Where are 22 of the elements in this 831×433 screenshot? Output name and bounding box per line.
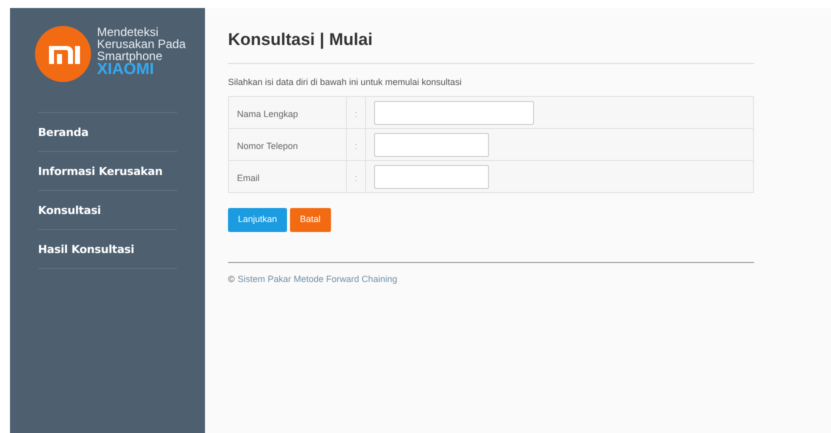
nav-link[interactable]: Hasil Konsultasi [38,243,134,256]
field-label: Nama Lengkap [237,108,298,118]
brand-text: Smartphone [97,50,164,62]
brand-text: Mendeteksi [97,26,160,38]
brand-text: Kerusakan Pada [97,38,186,50]
intro-text: Silahkan isi data diri di bawah ini untuk memulai konsultasi [228,76,463,88]
separator-text: : [354,172,358,182]
nav-link[interactable]: Informasi Kerusakan [38,165,163,178]
nav-link[interactable]: Beranda [38,126,88,139]
copyright-symbol: © [228,273,235,286]
separator-text: : [354,140,358,150]
text-field[interactable] [374,132,489,156]
text-field[interactable] [374,164,489,188]
brand-name: XIAOMI [97,62,154,78]
field-label: Email [237,172,260,182]
logo-icon [35,26,91,82]
separator-text: : [354,108,358,118]
page-title: Konsultasi | Mulai [228,29,374,51]
field-label: Nomor Telepon [237,140,298,150]
nav-link[interactable]: Konsultasi [38,204,101,217]
footer-link[interactable]: Sistem Pakar Metode Forward Chaining [238,273,398,286]
text-field[interactable] [374,100,534,124]
